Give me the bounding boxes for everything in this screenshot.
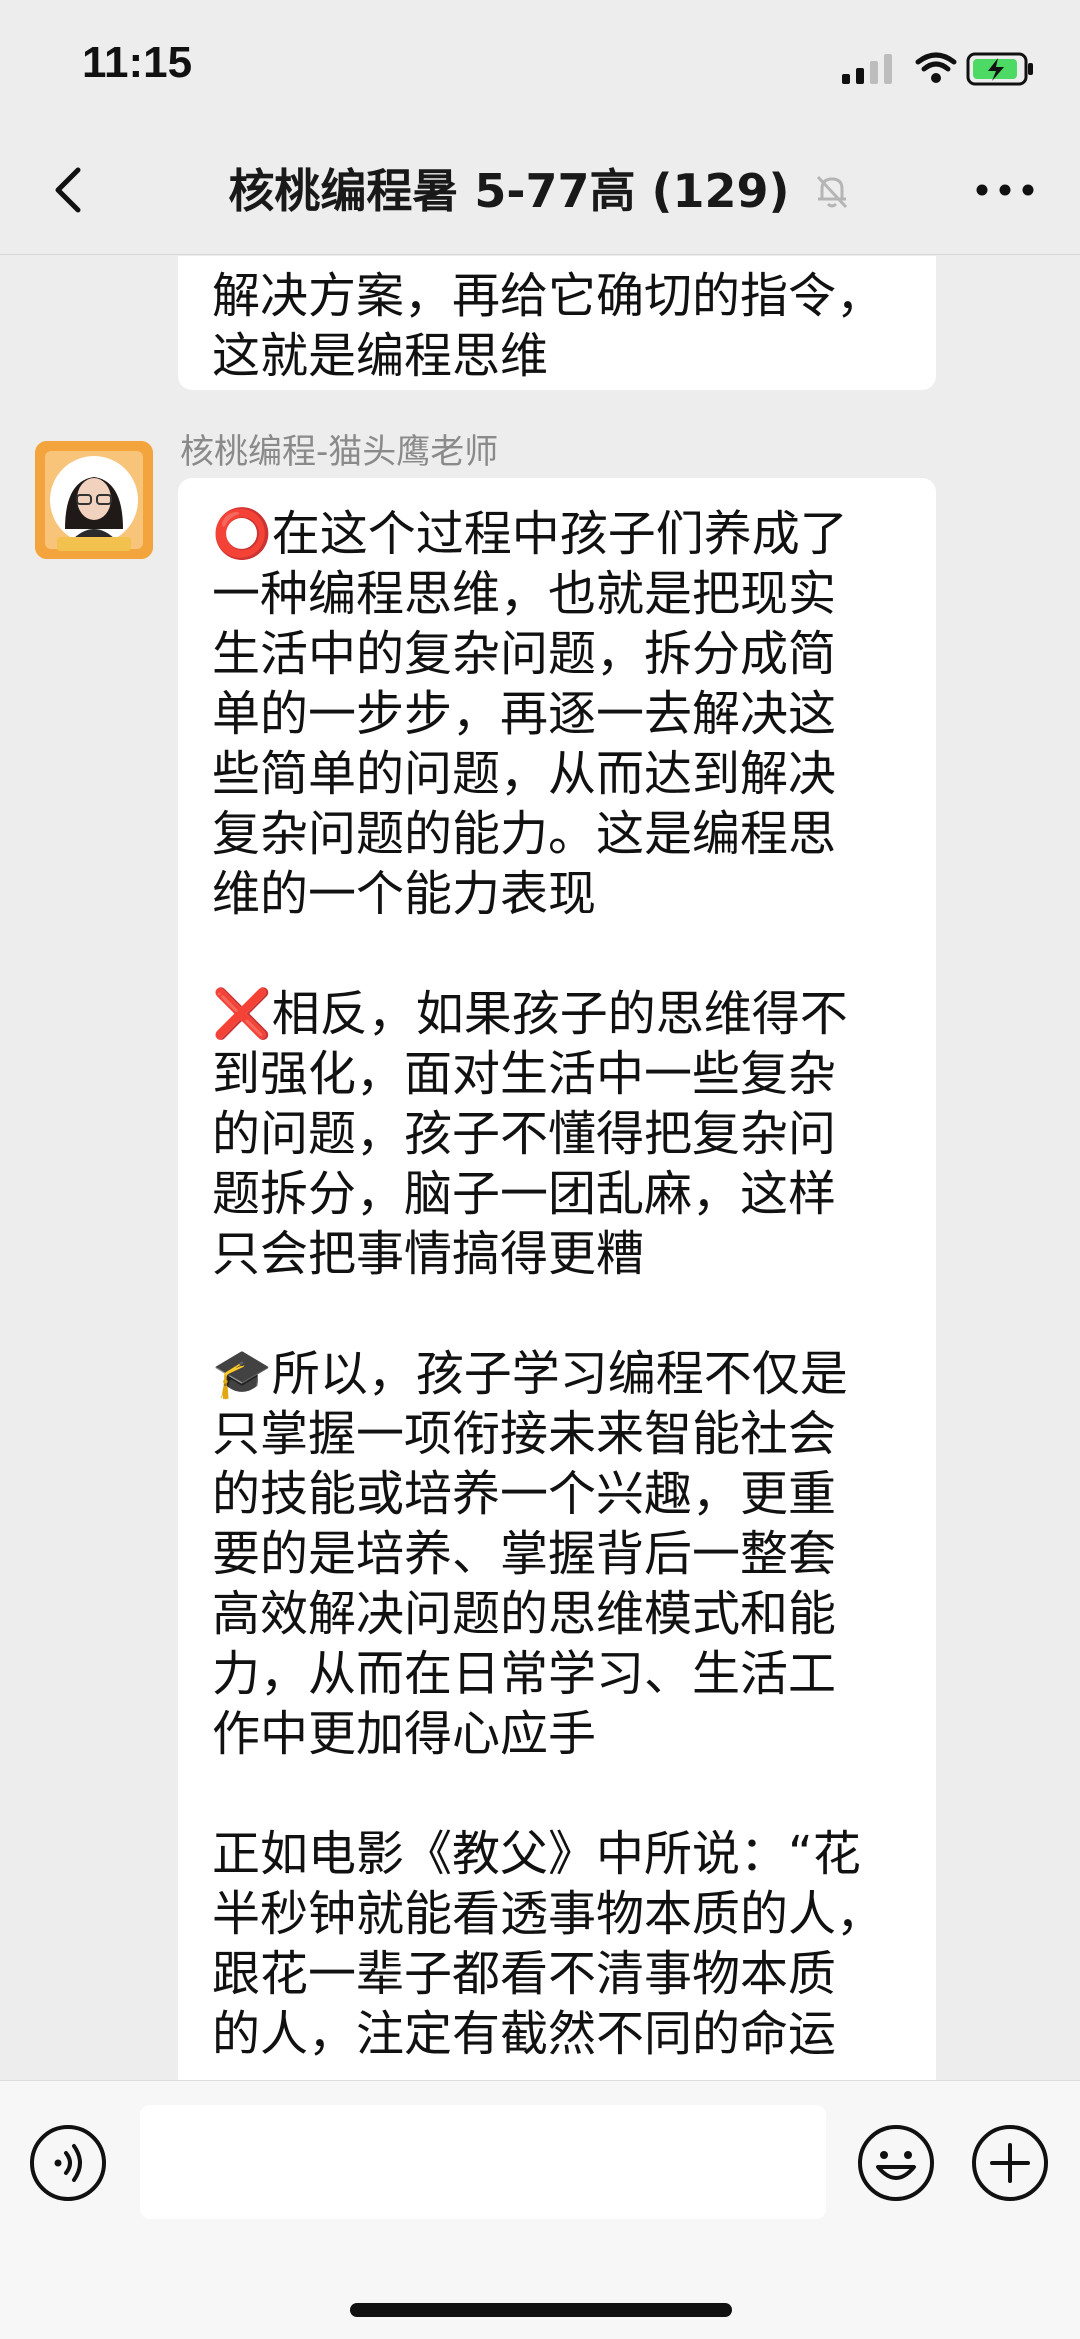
sender-name: 核桃编程-猫头鹰老师: [180, 432, 499, 472]
input-bar: [0, 2080, 1080, 2339]
nav-bar: 核桃编程暑 5-77高 (129): [0, 130, 1080, 255]
status-icons: [840, 48, 1040, 88]
plus-icon: [972, 2125, 1048, 2201]
status-indicators-icon: [842, 52, 1033, 86]
chat-area[interactable]: 解决方案，再给它确切的指令， 这就是编程思维 核桃编程-猫头鹰老师 ⭕在这个过程…: [0, 256, 1080, 2080]
more-button[interactable]: [970, 162, 1040, 218]
voice-button[interactable]: [28, 2123, 108, 2203]
chat-title: 核桃编程暑 5-77高 (129): [0, 160, 1080, 226]
message-bubble-previous[interactable]: 解决方案，再给它确切的指令， 这就是编程思维: [178, 256, 936, 390]
plus-button[interactable]: [970, 2123, 1050, 2203]
status-time: 11:15: [82, 38, 193, 87]
home-indicator[interactable]: [350, 2303, 732, 2317]
teacher-avatar-image: [35, 441, 153, 559]
more-dots-icon: [976, 184, 1034, 196]
chat-title-text: 核桃编程暑 5-77高 (129): [228, 164, 790, 218]
emoji-button[interactable]: [856, 2123, 936, 2203]
sender-avatar[interactable]: [35, 441, 153, 559]
message-bubble-main[interactable]: ⭕在这个过程中孩子们养成了 一种编程思维，也就是把现实 生活中的复杂问题，拆分成…: [178, 478, 936, 2080]
voice-icon: [30, 2125, 106, 2201]
status-bar: 11:15: [0, 0, 1080, 130]
message-input[interactable]: [140, 2105, 826, 2219]
emoji-icon: [858, 2125, 934, 2201]
bell-muted-icon: [812, 164, 852, 226]
